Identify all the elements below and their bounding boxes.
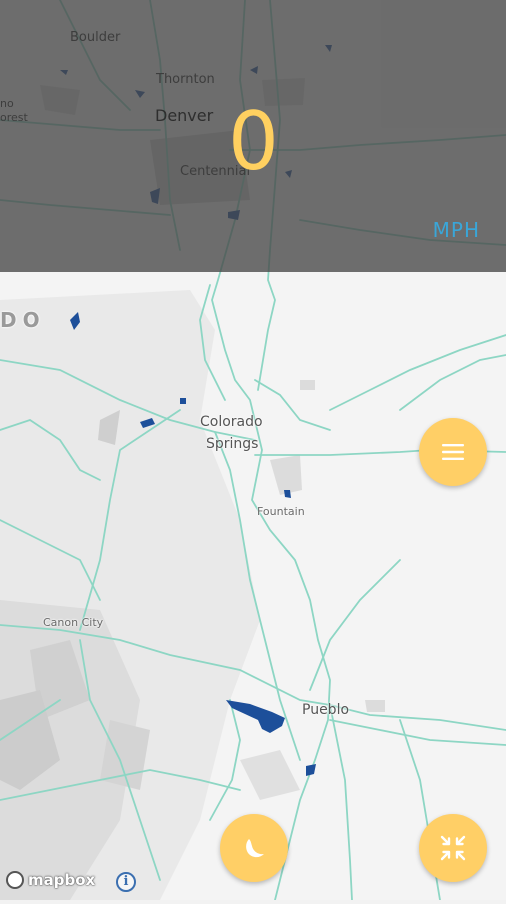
map-label-fragment-orest: orest xyxy=(0,111,28,124)
speed-unit: MPH xyxy=(432,218,480,242)
map-label-thornton: Thornton xyxy=(156,72,215,87)
menu-button[interactable] xyxy=(419,418,487,486)
mapbox-wordmark: mapbox xyxy=(28,871,96,889)
moon-icon xyxy=(246,839,264,858)
map-label-state-fragment: DO xyxy=(0,308,46,332)
info-icon: i xyxy=(123,874,129,889)
map-label-colorado-springs-line2: Springs xyxy=(206,436,259,452)
map-label-denver: Denver xyxy=(155,106,214,125)
collapse-button[interactable] xyxy=(419,814,487,882)
night-mode-button[interactable] xyxy=(220,814,288,882)
map-label-canon-city: Canon City xyxy=(43,616,104,629)
speedometer-panel: Boulder Thornton Denver Centennial no or… xyxy=(0,0,506,272)
map-label-colorado-springs-line1: Colorado xyxy=(200,414,263,430)
speed-value: 0 xyxy=(228,95,279,188)
map-label-boulder: Boulder xyxy=(70,30,121,45)
mapbox-logo-icon xyxy=(6,871,24,889)
menu-icon xyxy=(442,444,464,460)
info-button[interactable]: i xyxy=(116,872,136,892)
mapbox-attribution[interactable]: mapbox xyxy=(6,871,95,889)
map-label-pueblo: Pueblo xyxy=(302,702,350,718)
map-label-fountain: Fountain xyxy=(257,505,305,518)
collapse-icon xyxy=(440,835,466,861)
